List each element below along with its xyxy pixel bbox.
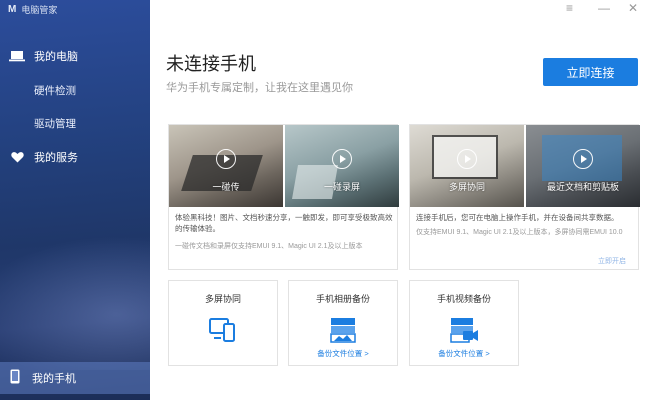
card-title: 手机视频备份 (436, 294, 491, 304)
multi-screen-icon (208, 315, 238, 345)
sidebar-item-hardware-check[interactable]: 硬件检测 (0, 76, 150, 104)
sidebar-item-label: 我的手机 (32, 373, 76, 385)
video-label: 一碰录屏 (323, 182, 360, 192)
play-icon (332, 149, 352, 169)
card-title: 手机相册备份 (315, 294, 370, 304)
card-title: 多屏协同 (204, 294, 241, 304)
feature-note: 一碰传文档和录屏仅支持EMUI 9.1、Magic UI 2.1及以上版本 (175, 243, 363, 250)
sidebar-item-label: 我的电脑 (34, 51, 78, 63)
video-backup-icon (449, 315, 479, 345)
feature-panel-multiscreen: 多屏协同 最近文档和剪贴板 连接手机后，您可在电脑上操作手机，并在设备间共享数据… (409, 124, 640, 270)
video-one-hop-record[interactable]: 一碰录屏 (285, 125, 399, 207)
sidebar: M 电脑管家 我的电脑 硬件检测 驱动管理 我的服务 我的手机 (0, 0, 150, 400)
close-icon[interactable]: ✕ (628, 2, 638, 14)
sidebar-item-my-computer[interactable]: 我的电脑 (0, 42, 150, 70)
video-label: 多屏协同 (448, 182, 485, 192)
app-title: M 电脑管家 (8, 3, 57, 16)
sidebar-item-my-services[interactable]: 我的服务 (0, 143, 150, 171)
sidebar-item-driver-manager[interactable]: 驱动管理 (0, 109, 150, 137)
phone-icon (10, 369, 20, 387)
video-one-hop-share[interactable]: 一碰传 (169, 125, 283, 207)
heart-icon (9, 149, 25, 165)
backup-location-link[interactable]: 备份文件位置 > (289, 348, 397, 359)
sidebar-item-my-phone[interactable]: 我的手机 (0, 362, 150, 394)
video-label: 最近文档和剪贴板 (546, 182, 619, 192)
sidebar-item-label: 我的服务 (34, 152, 78, 164)
minimize-icon[interactable]: — (598, 2, 610, 14)
laptop-icon (9, 48, 25, 64)
play-icon (457, 149, 477, 169)
play-icon (573, 149, 593, 169)
app-logo: M (8, 4, 16, 15)
photo-backup-icon (328, 315, 358, 345)
feature-description: 体验黑科技！图片、文档秒速分享，一触即发，即可享受极致高效的传输体验。 (175, 213, 393, 233)
video-label: 一碰传 (212, 182, 240, 192)
feature-note: 仅支持EMUI 9.1、Magic UI 2.1及以上版本，多屏协同需EMUI … (416, 229, 623, 236)
play-icon (216, 149, 236, 169)
video-recent-docs-clipboard[interactable]: 最近文档和剪贴板 (526, 125, 640, 207)
page-title: 未连接手机 (166, 54, 256, 74)
enable-now-link[interactable]: 立即开启 (598, 256, 626, 266)
connect-now-button[interactable]: 立即连接 (543, 58, 638, 86)
app-name: 电脑管家 (21, 5, 58, 15)
feature-panel-share: 一碰传 一碰录屏 体验黑科技！图片、文档秒速分享，一触即发，即可享受极致高效的传… (168, 124, 399, 270)
video-multi-screen[interactable]: 多屏协同 (410, 125, 524, 207)
card-video-backup[interactable]: 手机视频备份 备份文件位置 > (409, 280, 519, 366)
page-subtitle: 华为手机专属定制，让我在这里遇见你 (166, 82, 353, 94)
menu-icon[interactable]: ≡ (566, 2, 573, 14)
card-photo-backup[interactable]: 手机相册备份 备份文件位置 > (288, 280, 398, 366)
card-multi-screen[interactable]: 多屏协同 (168, 280, 278, 366)
backup-location-link[interactable]: 备份文件位置 > (410, 348, 518, 359)
feature-description: 连接手机后，您可在电脑上操作手机，并在设备间共享数据。 (416, 213, 619, 222)
sidebar-item-label: 硬件检测 (34, 84, 76, 97)
sidebar-item-label: 驱动管理 (34, 117, 76, 130)
